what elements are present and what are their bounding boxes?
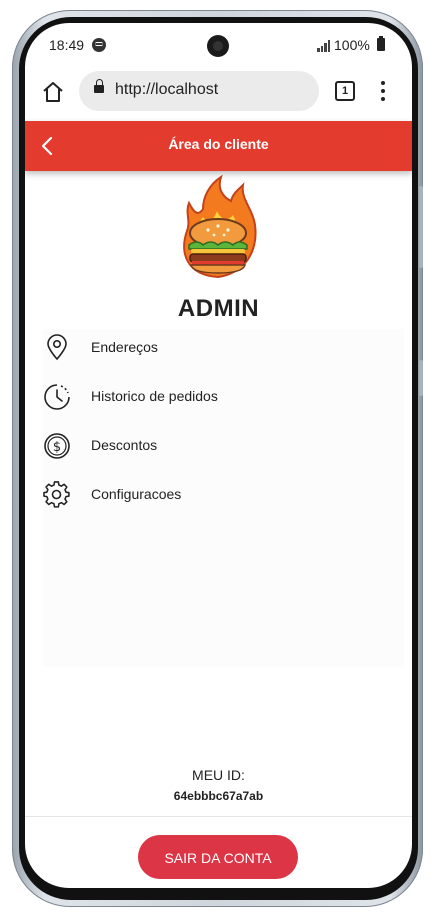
power-button [419,360,423,396]
address-bar[interactable]: http://localhost [79,71,319,111]
menu-item-historico[interactable]: Historico de pedidos [43,378,404,418]
menu-item-enderecos[interactable]: Endereços [43,329,404,369]
location-pin-icon [47,334,67,361]
menu-item-descontos[interactable]: $ Descontos [43,427,404,467]
menu-item-label: Descontos [91,437,158,453]
url-text: http://localhost [115,81,219,98]
page-title: Área do cliente [168,136,269,152]
app-header: Área do cliente [25,121,412,171]
menu-item-configuracoes[interactable]: Configuracoes [43,476,404,516]
clock-history-icon [44,384,70,410]
dollar-coin-icon: $ [44,433,70,459]
user-id-label: MEU ID: [192,767,245,783]
status-time: 18:49 [49,37,85,53]
burger-logo [183,175,257,279]
username: ADMIN [177,295,260,322]
account-menu: Endereços Historico de pedidos $ Descont… [43,329,404,667]
battery-icon [377,36,385,51]
status-bar: 18:49 100% [25,23,412,67]
signal-icon [317,40,331,52]
battery-percentage: 100% [334,37,370,53]
browser-toolbar: http://localhost 1 [25,67,412,121]
home-icon[interactable] [41,80,65,104]
tab-switcher-button[interactable]: 1 [335,81,355,101]
logout-button[interactable]: SAIR DA CONTA [138,835,298,879]
spotify-icon [92,38,106,52]
menu-item-label: Historico de pedidos [91,388,218,404]
overflow-menu-icon[interactable] [381,81,385,101]
lock-icon [94,79,104,93]
front-camera [207,35,229,57]
user-id-value: 64ebbbc67a7ab [173,789,264,803]
svg-text:$: $ [53,440,61,455]
divider [25,816,412,817]
gear-icon [43,481,70,508]
phone-screen: 18:49 100% http://localhost 1 Área do cl… [25,23,412,888]
volume-button [419,186,423,268]
menu-item-label: Configuracoes [91,486,182,502]
menu-item-label: Endereços [91,339,158,355]
